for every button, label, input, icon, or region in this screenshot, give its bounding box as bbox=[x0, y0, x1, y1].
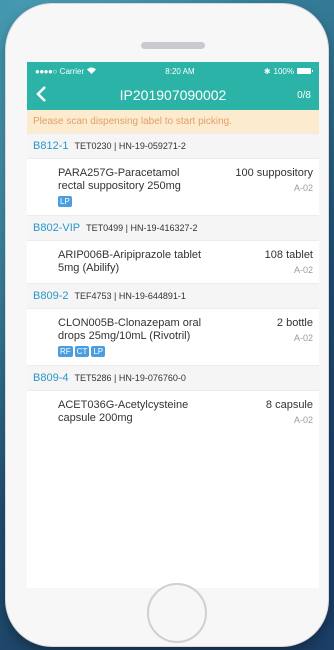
medication-item[interactable]: CLON005B-Clonazepam oral drops 25mg/10mL… bbox=[27, 309, 319, 365]
tag-badge: LP bbox=[91, 346, 106, 357]
page-title: IP201907090002 bbox=[119, 87, 227, 103]
status-bar: ●●●●○ Carrier 8:20 AM ✱ 100% bbox=[27, 62, 319, 80]
medication-item[interactable]: ACET036G-Acetylcysteine capsule 200mg 8 c… bbox=[27, 391, 319, 433]
drug-name: PARA257G-Paracetamol rectal suppository … bbox=[58, 167, 181, 192]
scan-instruction-banner: Please scan dispensing label to start pi… bbox=[27, 110, 319, 133]
quantity-block: 2 bottle A-02 bbox=[277, 317, 313, 357]
order-info: TET5286 | HN-19-076760-0 bbox=[74, 373, 186, 383]
location: A-02 bbox=[293, 183, 313, 193]
tag-badge: CT bbox=[74, 346, 90, 357]
battery-percent: 100% bbox=[273, 66, 294, 76]
signal-icon: ●●●●○ bbox=[35, 66, 57, 76]
bluetooth-icon: ✱ bbox=[263, 66, 271, 76]
medication-item[interactable]: PARA257G-Paracetamol rectal suppository … bbox=[27, 159, 319, 215]
tag-list: LP bbox=[58, 196, 208, 207]
tag-badge: LP bbox=[58, 196, 72, 207]
nav-bar: IP201907090002 0/8 bbox=[27, 80, 319, 110]
chevron-left-icon[interactable] bbox=[35, 84, 55, 106]
app-screen: ●●●●○ Carrier 8:20 AM ✱ 100% IP201907090… bbox=[27, 62, 319, 588]
status-right: ✱ 100% bbox=[263, 66, 313, 76]
home-button[interactable] bbox=[147, 583, 207, 643]
picked-count: 0/8 bbox=[297, 89, 311, 101]
location: A-02 bbox=[293, 333, 313, 343]
order-info: TEF4753 | HN-19-644891-1 bbox=[74, 291, 186, 301]
carrier-label: Carrier bbox=[59, 66, 85, 76]
phone-frame: ●●●●○ Carrier 8:20 AM ✱ 100% IP201907090… bbox=[6, 4, 328, 646]
wifi-icon bbox=[87, 67, 97, 76]
status-time: 8:20 AM bbox=[165, 66, 195, 76]
drug-block: ARIP006B-Aripiprazole tablet 5mg (Abilif… bbox=[58, 249, 208, 275]
order-info: TET0499 | HN-19-416327-2 bbox=[86, 223, 198, 233]
order-code: B802-VIP bbox=[33, 222, 81, 234]
tag-badge: RF bbox=[58, 346, 73, 357]
order-code: B812-1 bbox=[33, 140, 69, 152]
battery-icon bbox=[297, 68, 313, 74]
quantity-block: 100 suppository A-02 bbox=[235, 167, 313, 207]
location: A-02 bbox=[293, 265, 313, 275]
order-code: B809-4 bbox=[33, 372, 69, 384]
drug-name: ARIP006B-Aripiprazole tablet 5mg (Abilif… bbox=[58, 249, 202, 274]
order-code: B809-2 bbox=[33, 290, 69, 302]
medication-item[interactable]: ARIP006B-Aripiprazole tablet 5mg (Abilif… bbox=[27, 241, 319, 283]
tag-list: RF CT LP bbox=[58, 346, 208, 357]
drug-name: CLON005B-Clonazepam oral drops 25mg/10mL… bbox=[58, 317, 202, 342]
location: A-02 bbox=[293, 415, 313, 425]
order-header[interactable]: B812-1 TET0230 | HN-19-059271-2 bbox=[27, 133, 319, 159]
drug-block: CLON005B-Clonazepam oral drops 25mg/10mL… bbox=[58, 317, 208, 357]
drug-block: PARA257G-Paracetamol rectal suppository … bbox=[58, 167, 208, 207]
quantity: 8 capsule bbox=[265, 399, 313, 411]
order-header[interactable]: B809-2 TEF4753 | HN-19-644891-1 bbox=[27, 283, 319, 309]
quantity-block: 108 tablet A-02 bbox=[265, 249, 313, 275]
quantity: 2 bottle bbox=[276, 317, 313, 329]
quantity: 100 suppository bbox=[235, 167, 313, 179]
drug-name: ACET036G-Acetylcysteine capsule 200mg bbox=[58, 399, 189, 424]
order-list: B812-1 TET0230 | HN-19-059271-2 PARA257G-P… bbox=[27, 133, 319, 433]
order-header[interactable]: B809-4 TET5286 | HN-19-076760-0 bbox=[27, 365, 319, 391]
quantity-block: 8 capsule A-02 bbox=[266, 399, 313, 425]
status-left: ●●●●○ Carrier bbox=[35, 66, 97, 76]
order-header[interactable]: B802-VIP TET0499 | HN-19-416327-2 bbox=[27, 215, 319, 241]
quantity: 108 tablet bbox=[264, 249, 313, 261]
order-info: TET0230 | HN-19-059271-2 bbox=[74, 141, 186, 151]
speaker-grille bbox=[141, 42, 205, 49]
drug-block: ACET036G-Acetylcysteine capsule 200mg bbox=[58, 399, 208, 425]
